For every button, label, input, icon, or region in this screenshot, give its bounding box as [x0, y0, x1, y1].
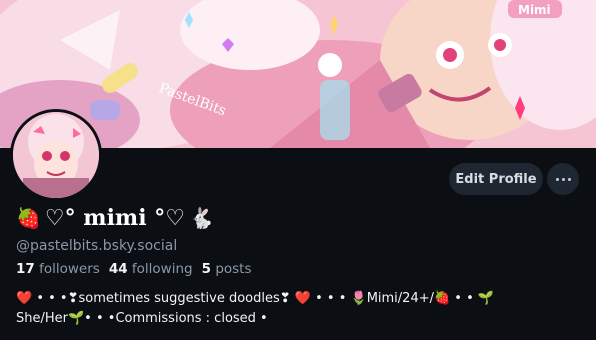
ellipsis-dot [561, 177, 565, 181]
display-name-text: ♡° mimi °♡ [44, 205, 185, 231]
profile-handle: @pastelbits.bsky.social [16, 238, 178, 254]
strawberry-icon: 🍓 [16, 206, 41, 230]
profile-bio: ❤️ • • •❣sometimes suggestive doodles❣ ❤… [16, 289, 586, 329]
display-name: 🍓 ♡° mimi °♡ 🐇 [16, 201, 214, 235]
followers-count: 17 [16, 261, 35, 277]
bio-line-1: ❤️ • • •❣sometimes suggestive doodles❣ ❤… [16, 291, 495, 306]
ellipsis-dot [567, 177, 571, 181]
posts-stat: 5 posts [202, 261, 252, 277]
followers-label: followers [39, 261, 100, 277]
followers-link[interactable]: 17 followers [16, 261, 100, 277]
more-options-button[interactable] [547, 163, 579, 195]
avatar[interactable] [10, 109, 102, 201]
following-link[interactable]: 44 following [109, 261, 193, 277]
posts-count: 5 [201, 261, 212, 277]
following-label: following [131, 261, 193, 277]
profile-stats: 17 followers 44 following 5 posts [16, 261, 252, 277]
rabbit-icon: 🐇 [188, 206, 214, 230]
posts-label: posts [215, 261, 252, 277]
following-count: 44 [108, 261, 128, 277]
banner-tag: Mimi [518, 3, 551, 17]
ellipsis-icon [555, 177, 559, 181]
bio-line-2: She/Her🌱• • •Commissions : closed • [16, 311, 268, 326]
edit-profile-button[interactable]: Edit Profile [449, 163, 543, 195]
avatar-image [13, 112, 99, 198]
